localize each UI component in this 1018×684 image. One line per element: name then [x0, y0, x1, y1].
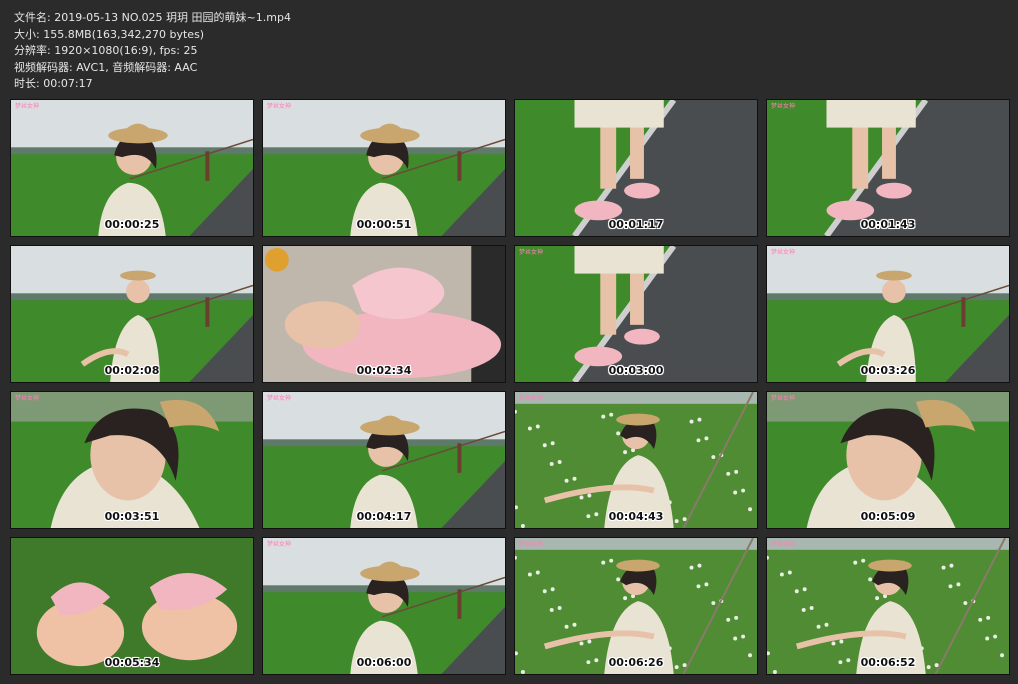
thumbnail-image	[515, 100, 757, 236]
watermark-logo: 梦丝女神	[519, 541, 544, 548]
thumbnail-image	[515, 246, 757, 382]
watermark-logo: 梦丝女神	[15, 395, 40, 402]
thumbnail-timestamp: 00:03:00	[608, 364, 664, 377]
thumbnail-timestamp: 00:06:00	[356, 656, 412, 669]
video-thumbnail: 梦丝女神 00:03:51	[10, 391, 254, 529]
video-thumbnail: 00:02:34	[262, 245, 506, 383]
thumbnail-image	[767, 246, 1009, 382]
thumbnail-image	[263, 392, 505, 528]
watermark-logo: 梦丝女神	[267, 541, 292, 548]
thumbnail-timestamp: 00:02:08	[104, 364, 160, 377]
thumbnail-timestamp: 00:04:17	[356, 510, 412, 523]
watermark-logo: 梦丝女神	[267, 103, 292, 110]
thumbnail-image	[767, 392, 1009, 528]
watermark-logo: 梦丝女神	[771, 249, 796, 256]
thumbnail-image	[263, 538, 505, 674]
thumbnail-image	[11, 538, 253, 674]
thumbnail-image	[11, 100, 253, 236]
video-thumbnail: 梦丝女神 00:01:43	[766, 99, 1010, 237]
thumbnail-grid: 梦丝女神 00:00:25 梦丝女神 00:00:51 00:01:17 梦丝女神 00:0…	[0, 0, 1018, 684]
thumbnail-timestamp: 00:05:09	[860, 510, 916, 523]
thumbnail-image	[11, 392, 253, 528]
thumbnail-image	[767, 538, 1009, 674]
thumbnail-timestamp: 00:03:51	[104, 510, 160, 523]
thumbnail-timestamp: 00:00:25	[104, 218, 160, 231]
video-thumbnail: 梦丝女神 00:00:25	[10, 99, 254, 237]
thumbnail-image	[11, 246, 253, 382]
watermark-logo: 梦丝女神	[771, 541, 796, 548]
watermark-logo: 梦丝女神	[771, 395, 796, 402]
thumbnail-timestamp: 00:01:17	[608, 218, 664, 231]
thumbnail-timestamp: 00:04:43	[608, 510, 664, 523]
thumbnail-timestamp: 00:02:34	[356, 364, 412, 377]
thumbnail-image	[767, 100, 1009, 236]
video-thumbnail: 00:02:08	[10, 245, 254, 383]
thumbnail-timestamp: 00:05:34	[104, 656, 160, 669]
video-thumbnail: 梦丝女神 00:04:17	[262, 391, 506, 529]
video-thumbnail: 梦丝女神 00:06:26	[514, 537, 758, 675]
video-thumbnail: 梦丝女神 00:05:09	[766, 391, 1010, 529]
video-thumbnail: 00:01:17	[514, 99, 758, 237]
video-thumbnail: 梦丝女神 00:04:43	[514, 391, 758, 529]
thumbnail-timestamp: 00:06:26	[608, 656, 664, 669]
thumbnail-timestamp: 00:06:52	[860, 656, 916, 669]
watermark-logo: 梦丝女神	[519, 249, 544, 256]
thumbnail-timestamp: 00:01:43	[860, 218, 916, 231]
watermark-logo: 梦丝女神	[15, 103, 40, 110]
video-thumbnail: 梦丝女神 00:06:52	[766, 537, 1010, 675]
thumbnail-image	[515, 538, 757, 674]
video-thumbnail: 00:05:34	[10, 537, 254, 675]
watermark-logo: 梦丝女神	[519, 395, 544, 402]
thumbnail-timestamp: 00:00:51	[356, 218, 412, 231]
watermark-logo: 梦丝女神	[771, 103, 796, 110]
thumbnail-image	[263, 246, 505, 382]
watermark-logo: 梦丝女神	[267, 395, 292, 402]
video-thumbnail: 梦丝女神 00:06:00	[262, 537, 506, 675]
thumbnail-image	[515, 392, 757, 528]
thumbnail-timestamp: 00:03:26	[860, 364, 916, 377]
video-thumbnail: 梦丝女神 00:03:26	[766, 245, 1010, 383]
video-thumbnail: 梦丝女神 00:00:51	[262, 99, 506, 237]
thumbnail-image	[263, 100, 505, 236]
video-thumbnail: 梦丝女神 00:03:00	[514, 245, 758, 383]
